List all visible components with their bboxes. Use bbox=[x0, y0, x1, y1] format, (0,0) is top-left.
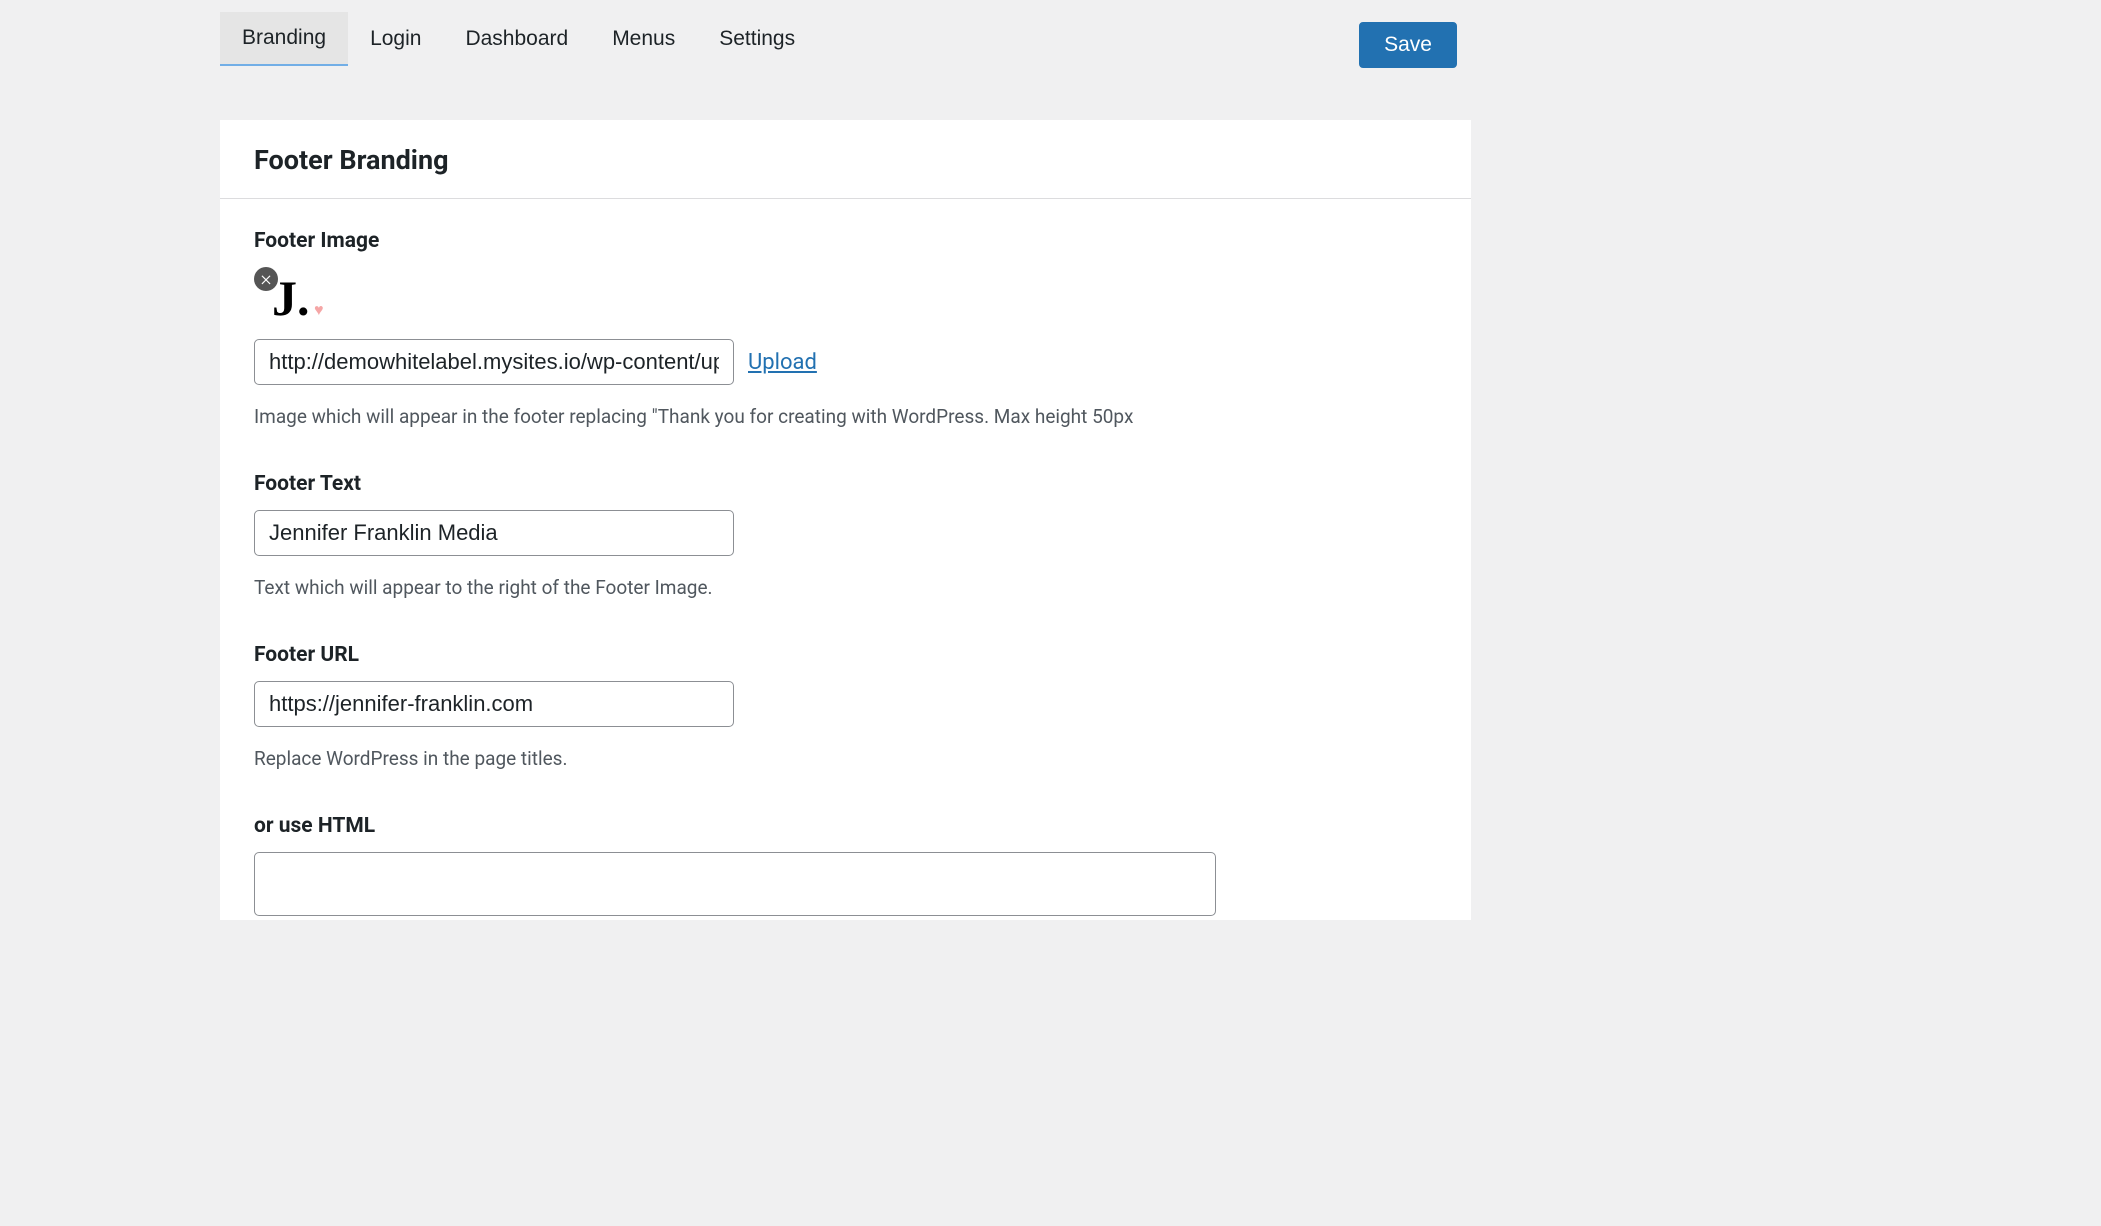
footer-text-description: Text which will appear to the right of t… bbox=[254, 576, 1437, 599]
footer-text-label: Footer Text bbox=[254, 472, 1437, 496]
footer-image-description: Image which will appear in the footer re… bbox=[254, 405, 1437, 428]
tab-login[interactable]: Login bbox=[348, 12, 443, 66]
card-title: Footer Branding bbox=[254, 144, 1437, 176]
footer-image-url-input[interactable] bbox=[254, 339, 734, 385]
tab-menus[interactable]: Menus bbox=[590, 12, 697, 66]
tabs-bar: Branding Login Dashboard Menus Settings … bbox=[220, 0, 1471, 68]
footer-url-section: Footer URL Replace WordPress in the page… bbox=[254, 643, 1437, 770]
footer-text-input[interactable] bbox=[254, 510, 734, 556]
footer-image-section: Footer Image J.♥ Upload Image which will… bbox=[254, 229, 1437, 428]
footer-html-textarea[interactable] bbox=[254, 852, 1216, 916]
upload-link[interactable]: Upload bbox=[748, 350, 817, 375]
tab-settings[interactable]: Settings bbox=[697, 12, 817, 66]
footer-html-label: or use HTML bbox=[254, 814, 1437, 838]
footer-image-preview: J.♥ bbox=[254, 267, 310, 323]
logo-preview-icon: J.♥ bbox=[272, 273, 310, 323]
settings-card: Footer Branding Footer Image J.♥ Upload bbox=[220, 120, 1471, 920]
tabs: Branding Login Dashboard Menus Settings bbox=[220, 12, 1359, 66]
footer-image-label: Footer Image bbox=[254, 229, 1437, 253]
heart-icon: ♥ bbox=[314, 303, 324, 319]
footer-html-section: or use HTML bbox=[254, 814, 1437, 920]
save-button[interactable]: Save bbox=[1359, 22, 1457, 68]
footer-url-label: Footer URL bbox=[254, 643, 1437, 667]
tab-branding[interactable]: Branding bbox=[220, 12, 348, 66]
footer-text-section: Footer Text Text which will appear to th… bbox=[254, 472, 1437, 599]
card-header: Footer Branding bbox=[220, 120, 1471, 199]
footer-url-input[interactable] bbox=[254, 681, 734, 727]
footer-url-description: Replace WordPress in the page titles. bbox=[254, 747, 1437, 770]
tab-dashboard[interactable]: Dashboard bbox=[443, 12, 590, 66]
